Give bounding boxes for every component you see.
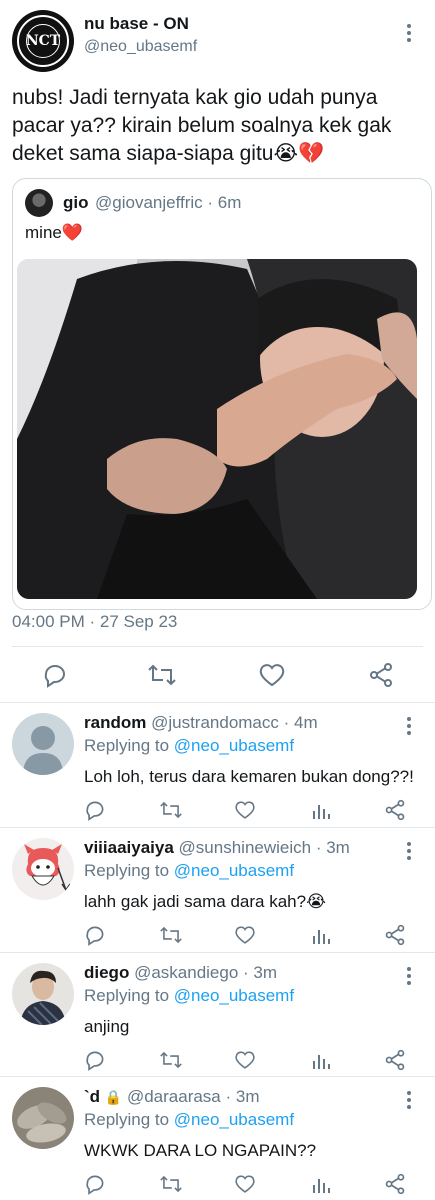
quoted-tweet[interactable]: gio @giovanjeffric · 6m mine❤️ — [12, 178, 432, 610]
reply-author-handle[interactable]: @daraarasa · 3m — [127, 1087, 260, 1106]
quote-text: mine❤️ — [25, 223, 84, 242]
reply-tweet[interactable]: diego @askandiego · 3m Replying to @neo_… — [0, 953, 435, 1076]
retweet-icon[interactable] — [148, 662, 176, 688]
author-name[interactable]: nu base - ON — [84, 14, 189, 34]
lock-icon: 🔒 — [104, 1089, 123, 1105]
tweet-timestamp[interactable]: 04:00 PM · 27 Sep 23 — [12, 612, 177, 632]
reply-author-handle[interactable]: @sunshinewieich · 3m — [179, 838, 350, 857]
reply-author-name[interactable]: `d — [84, 1087, 100, 1106]
reply-actions — [84, 924, 414, 950]
reply-author-handle[interactable]: @askandiego · 3m — [134, 963, 277, 982]
reply-actions — [84, 799, 414, 825]
avatar[interactable]: NCT — [12, 10, 74, 72]
retweet-icon[interactable] — [160, 1049, 182, 1071]
profile-photo — [12, 1087, 74, 1149]
reply-header: `d 🔒 @daraarasa · 3m — [84, 1087, 259, 1107]
views-icon[interactable] — [310, 1049, 332, 1071]
main-tweet: NCT nu base - ON @neo_ubasemf nubs! Jadi… — [0, 0, 435, 703]
replying-prefix: Replying to — [84, 736, 174, 755]
replying-to: Replying to @neo_ubasemf — [84, 986, 294, 1006]
reply-icon[interactable] — [84, 799, 106, 821]
share-icon[interactable] — [384, 924, 406, 946]
quote-photo[interactable] — [17, 259, 417, 599]
mention-link[interactable]: @neo_ubasemf — [174, 986, 294, 1005]
reply-icon[interactable] — [84, 1049, 106, 1071]
author-handle[interactable]: @neo_ubasemf — [84, 38, 197, 56]
reply-text: WKWK DARA LO NGAPAIN?? — [84, 1141, 317, 1160]
quote-author-name: gio — [63, 193, 89, 212]
replying-to: Replying to @neo_ubasemf — [84, 1110, 294, 1130]
more-icon[interactable] — [405, 24, 413, 45]
profile-photo — [12, 963, 74, 1025]
avatar[interactable] — [12, 838, 74, 900]
reply-text: Loh loh, terus dara kemaren bukan dong??… — [84, 767, 414, 786]
more-icon[interactable] — [405, 717, 413, 738]
mention-link[interactable]: @neo_ubasemf — [174, 736, 294, 755]
reply-author-name[interactable]: random — [84, 713, 146, 732]
like-icon[interactable] — [258, 662, 286, 688]
more-icon[interactable] — [405, 967, 413, 988]
reply-icon[interactable] — [84, 924, 106, 946]
reply-author-name[interactable]: diego — [84, 963, 129, 982]
cartoon-avatar-icon — [12, 838, 74, 900]
reply-icon[interactable] — [42, 662, 68, 688]
mention-link[interactable]: @neo_ubasemf — [174, 1110, 294, 1129]
share-icon[interactable] — [368, 662, 394, 688]
divider — [12, 646, 423, 647]
retweet-icon[interactable] — [160, 799, 182, 821]
reply-header: viiiaaiyaiya @sunshinewieich · 3m — [84, 838, 350, 858]
reply-header: diego @askandiego · 3m — [84, 963, 277, 983]
replying-prefix: Replying to — [84, 861, 174, 880]
quote-avatar — [25, 189, 53, 217]
views-icon[interactable] — [310, 924, 332, 946]
replying-to: Replying to @neo_ubasemf — [84, 861, 294, 881]
reply-actions — [84, 1173, 414, 1199]
reply-author-handle[interactable]: @justrandomacc · 4m — [151, 713, 318, 732]
views-icon[interactable] — [310, 1173, 332, 1195]
reply-actions — [84, 1049, 414, 1075]
share-icon[interactable] — [384, 1173, 406, 1195]
reply-text: anjing — [84, 1017, 130, 1036]
avatar[interactable] — [12, 963, 74, 1025]
share-icon[interactable] — [384, 1049, 406, 1071]
replying-prefix: Replying to — [84, 1110, 174, 1129]
more-icon[interactable] — [405, 1091, 413, 1112]
avatar[interactable] — [12, 1087, 74, 1149]
reply-tweet[interactable]: viiiaaiyaiya @sunshinewieich · 3m Replyi… — [0, 828, 435, 952]
photo-image — [17, 259, 417, 599]
avatar[interactable] — [12, 713, 74, 775]
tweet-text: nubs! Jadi ternyata kak gio udah punya p… — [12, 86, 392, 165]
reply-author-name[interactable]: viiiaaiyaiya — [84, 838, 174, 857]
reply-tweet[interactable]: `d 🔒 @daraarasa · 3m Replying to @neo_ub… — [0, 1077, 435, 1200]
reply-tweet[interactable]: random @justrandomacc · 4m Replying to @… — [0, 703, 435, 827]
share-icon[interactable] — [384, 799, 406, 821]
reply-icon[interactable] — [84, 1173, 106, 1195]
views-icon[interactable] — [310, 799, 332, 821]
like-icon[interactable] — [234, 924, 256, 946]
reply-header: random @justrandomacc · 4m — [84, 713, 318, 733]
quote-author-handle: @giovanjeffric · 6m — [95, 193, 242, 212]
like-icon[interactable] — [234, 1173, 256, 1195]
more-icon[interactable] — [405, 842, 413, 863]
retweet-icon[interactable] — [160, 924, 182, 946]
like-icon[interactable] — [234, 1049, 256, 1071]
logo-text: NCT — [26, 24, 60, 58]
default-avatar-icon — [12, 713, 74, 775]
logo-ring: NCT — [17, 15, 69, 67]
retweet-icon[interactable] — [160, 1173, 182, 1195]
mention-link[interactable]: @neo_ubasemf — [174, 861, 294, 880]
like-icon[interactable] — [234, 799, 256, 821]
reply-text: lahh gak jadi sama dara kah?😭 — [84, 892, 326, 911]
replying-to: Replying to @neo_ubasemf — [84, 736, 294, 756]
replying-prefix: Replying to — [84, 986, 174, 1005]
